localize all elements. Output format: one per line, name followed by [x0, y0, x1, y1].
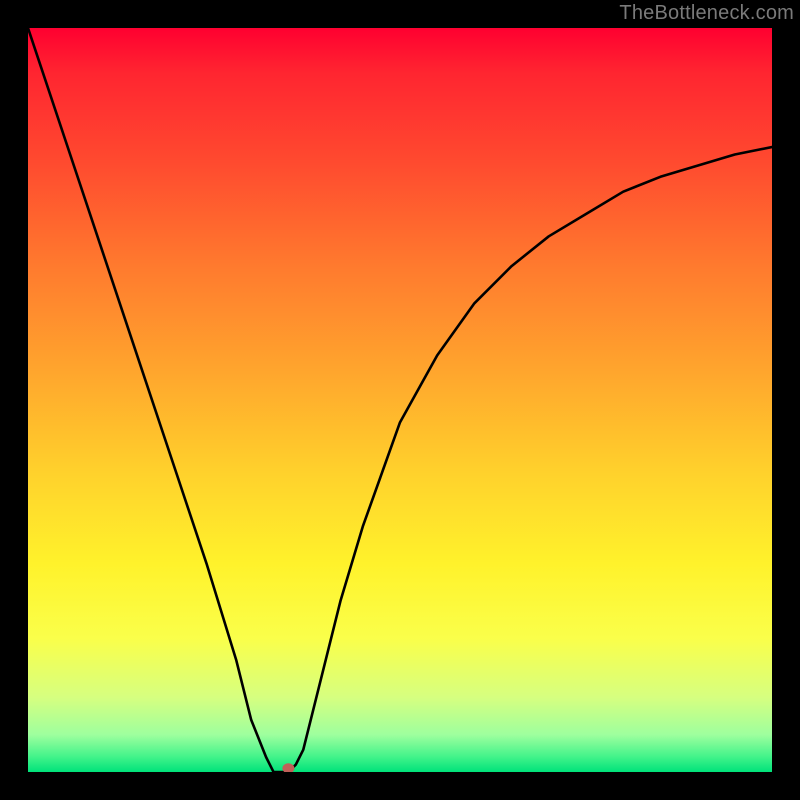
chart-frame: [0, 0, 800, 800]
plot-area: [28, 28, 772, 772]
minimum-marker: [282, 763, 294, 772]
watermark-text: TheBottleneck.com: [619, 2, 794, 25]
bottleneck-curve: [28, 28, 772, 772]
